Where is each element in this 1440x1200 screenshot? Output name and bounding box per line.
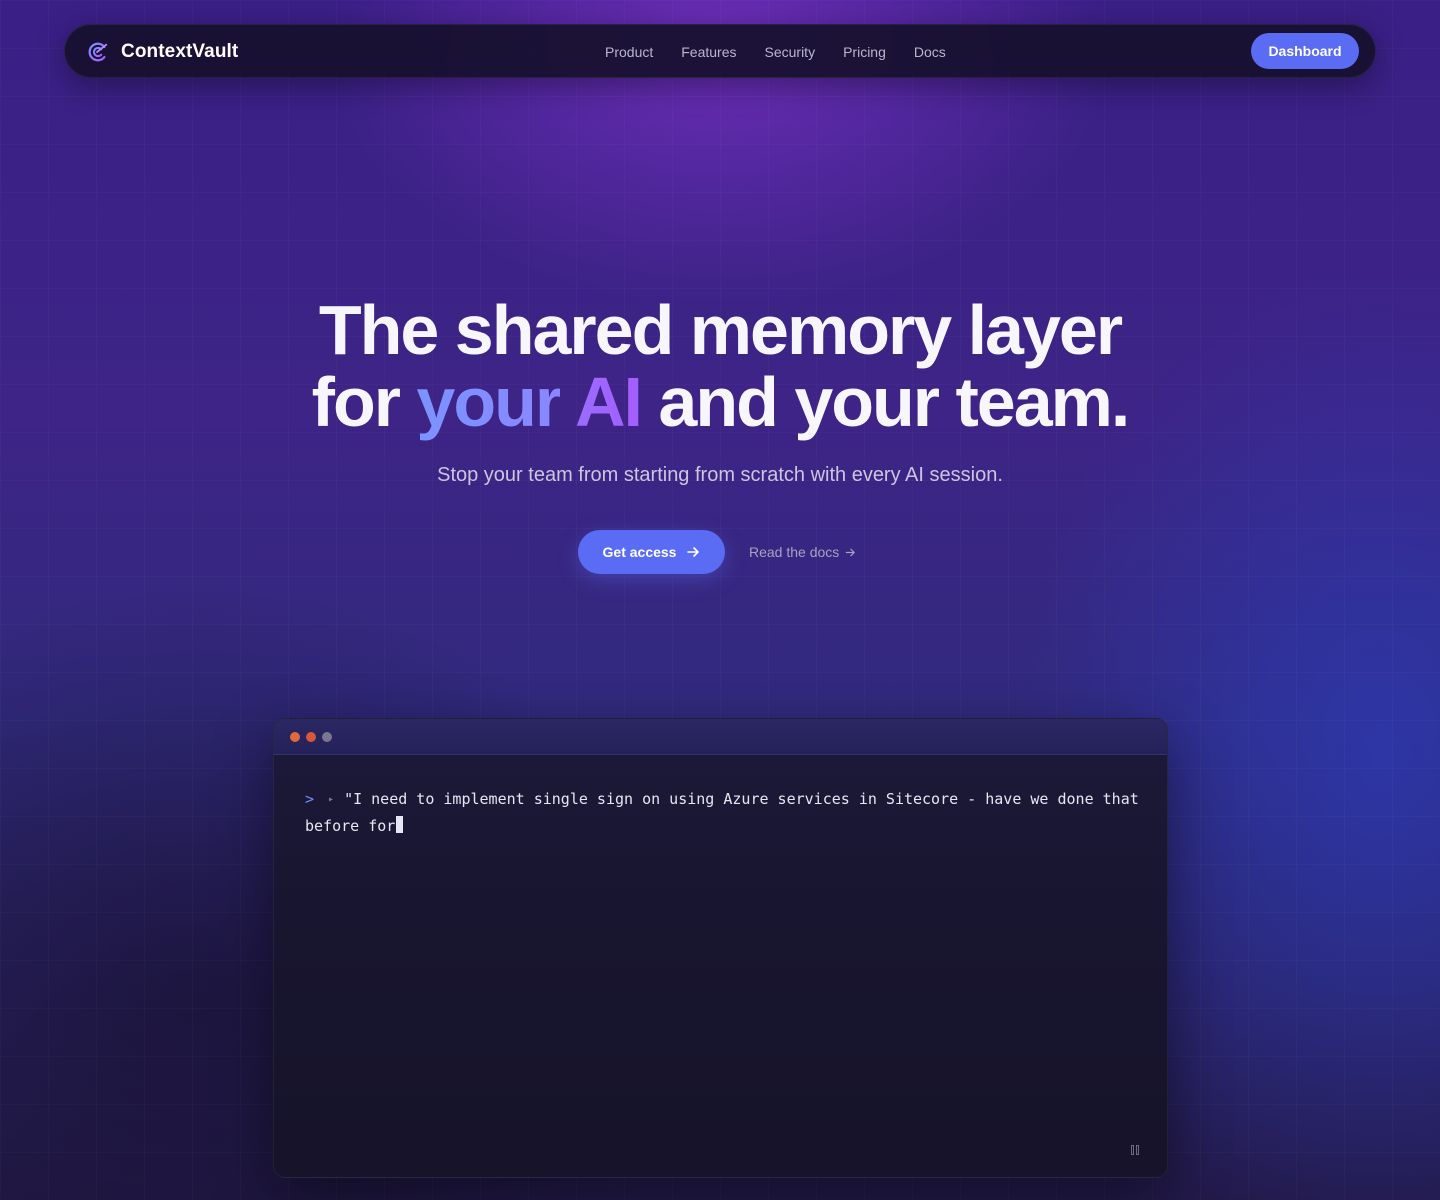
hero-title-line1: The shared memory layer: [318, 291, 1123, 369]
window-minimize-dot[interactable]: [306, 731, 316, 742]
caret-bullet-icon: ▸: [328, 794, 335, 805]
brand-link[interactable]: ContextVault: [87, 25, 238, 79]
get-access-label: Get access: [602, 544, 677, 560]
nav-links: Product Features Security Pricing Docs: [605, 25, 946, 79]
hero-title-your: your: [416, 363, 562, 441]
window-maximize-dot[interactable]: [322, 731, 332, 742]
cta-row: Get access Read the docs: [578, 530, 856, 574]
get-access-button[interactable]: Get access: [578, 530, 725, 574]
prompt-symbol: >: [305, 790, 315, 808]
window-close-dot[interactable]: [290, 731, 300, 742]
terminal-input-text: "I need to implement single sign on usin…: [305, 790, 1139, 835]
read-docs-link[interactable]: Read the docs: [749, 544, 856, 560]
hero-title: The shared memory layer for your AI and …: [220, 294, 1220, 438]
read-docs-label: Read the docs: [749, 544, 840, 560]
nav-link-features[interactable]: Features: [681, 44, 736, 60]
hero-title-ai: AI: [574, 363, 643, 441]
hero-title-rest: and your team.: [640, 363, 1130, 441]
dashboard-button[interactable]: Dashboard: [1251, 33, 1359, 69]
contextvault-logo-icon: [88, 42, 108, 62]
terminal-window: > ▸ "I need to implement single sign on us…: [273, 718, 1168, 1178]
terminal-output: > ▸ "I need to implement single sign on us…: [305, 787, 1145, 838]
nav-link-pricing[interactable]: Pricing: [843, 44, 886, 60]
nav-link-docs[interactable]: Docs: [914, 44, 946, 60]
hero-title-for: for: [311, 363, 417, 441]
nav-link-security[interactable]: Security: [765, 44, 816, 60]
nav-link-product[interactable]: Product: [605, 44, 653, 60]
hero-subtitle: Stop your team from starting from scratc…: [437, 464, 1003, 486]
pause-icon[interactable]: [1131, 1145, 1141, 1157]
brand-name: ContextVault: [121, 41, 239, 62]
arrow-right-icon: [846, 548, 856, 556]
arrow-right-icon: [687, 547, 700, 557]
text-cursor: [396, 816, 404, 833]
top-navbar: ContextVault Product Features Security P…: [64, 24, 1376, 78]
terminal-titlebar: [274, 719, 1167, 755]
